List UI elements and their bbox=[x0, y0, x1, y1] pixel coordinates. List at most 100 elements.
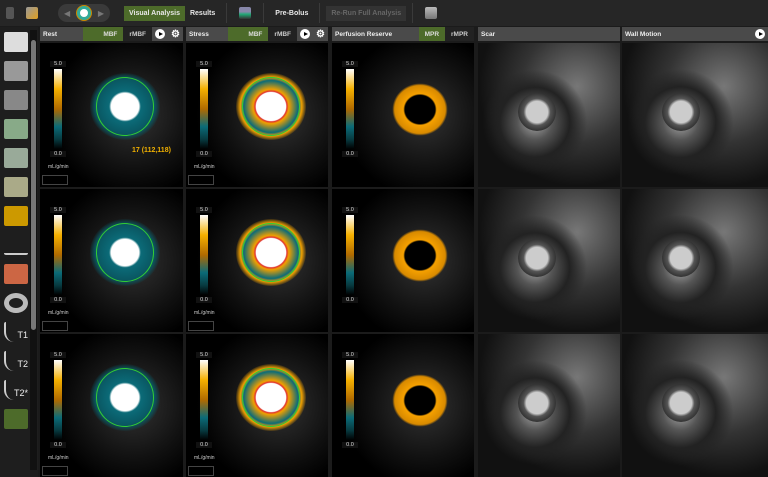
column-title: Stress bbox=[189, 30, 209, 38]
value-box[interactable] bbox=[42, 321, 68, 331]
layout-1x1-icon[interactable] bbox=[4, 32, 28, 52]
epicardial-contour bbox=[96, 223, 154, 282]
toggle-rmbf[interactable]: rMBF bbox=[123, 27, 153, 41]
ring-icon[interactable] bbox=[4, 293, 28, 313]
play-button[interactable] bbox=[300, 29, 311, 39]
value-box[interactable] bbox=[42, 175, 68, 185]
heart-image bbox=[518, 384, 556, 422]
next-icon[interactable]: ▶ bbox=[98, 9, 104, 18]
t1-label: T1 bbox=[17, 330, 28, 340]
toggle-rmbf[interactable]: rMBF bbox=[268, 27, 298, 41]
play-button[interactable] bbox=[155, 29, 166, 39]
toggle-mpr[interactable]: MPR bbox=[418, 27, 446, 41]
tab-visual-analysis[interactable]: Visual Analysis bbox=[124, 5, 185, 21]
colorbar: 5.0 0.0 bbox=[50, 207, 66, 307]
t1-icon[interactable]: T1 bbox=[4, 322, 28, 342]
pre-bolus-button[interactable]: Pre-Bolus bbox=[270, 6, 313, 21]
myocardium-map bbox=[392, 374, 448, 428]
viewport-cell[interactable]: 5.0 0.0 mL/g/min bbox=[186, 332, 328, 477]
divider bbox=[319, 3, 321, 23]
tab-results[interactable]: Results bbox=[185, 6, 220, 21]
toggle-mbf[interactable]: MBF bbox=[228, 27, 269, 41]
viewport-cell[interactable] bbox=[622, 41, 768, 187]
colorbar-gradient bbox=[54, 215, 62, 295]
viewport-cell[interactable] bbox=[622, 187, 768, 332]
colorbar-min: 0.0 bbox=[50, 297, 66, 303]
column-header: Stress MBF rMBF ⚙ bbox=[186, 27, 328, 41]
colorbar: 5.0 0.0 bbox=[342, 352, 358, 452]
viewport-cell[interactable]: 5.0 0.0 mL/g/min bbox=[40, 187, 183, 332]
colorbar-max: 5.0 bbox=[342, 61, 358, 67]
colorbar-max: 5.0 bbox=[196, 207, 212, 213]
colorbar-max: 5.0 bbox=[50, 207, 66, 213]
segment-orange-icon[interactable] bbox=[4, 206, 28, 226]
viewport-cell[interactable]: 5.0 0.0 mL/g/min 17 (112,118) bbox=[40, 41, 183, 187]
colorbar-min: 0.0 bbox=[196, 297, 212, 303]
t2-icon[interactable]: T2 bbox=[4, 351, 28, 371]
value-box[interactable] bbox=[188, 175, 214, 185]
column-perfusion-reserve: Perfusion Reserve MPR rMPR 5.0 0.0 5.0 0.0 5.0 0… bbox=[332, 27, 474, 477]
viewport-cell[interactable]: 5.0 0.0 mL/g/min bbox=[186, 187, 328, 332]
column-title: Rest bbox=[43, 30, 58, 38]
value-box[interactable] bbox=[188, 466, 214, 476]
colorbar-unit: mL/g/min bbox=[194, 455, 215, 461]
column-title: Wall Motion bbox=[625, 30, 662, 38]
layout-grid-icon[interactable] bbox=[4, 61, 28, 81]
colorbar: 5.0 0.0 bbox=[196, 61, 212, 161]
heart-image bbox=[518, 93, 556, 131]
epicardial-contour bbox=[242, 223, 300, 282]
cube-icon[interactable] bbox=[4, 148, 28, 168]
colorbar: 5.0 0.0 bbox=[342, 61, 358, 161]
colorbar-unit: mL/g/min bbox=[48, 455, 69, 461]
viewport-cell[interactable]: 5.0 0.0 bbox=[332, 187, 474, 332]
viewport-cell[interactable] bbox=[478, 332, 620, 477]
vessel-icon[interactable] bbox=[4, 264, 28, 284]
menu-icon[interactable] bbox=[6, 7, 14, 19]
sidebar-scrollbar[interactable] bbox=[30, 30, 37, 470]
app-logo-icon bbox=[77, 6, 91, 20]
rerun-analysis-button[interactable]: Re-Run Full Analysis bbox=[326, 5, 407, 21]
heart-image bbox=[518, 239, 556, 277]
volume-icon[interactable] bbox=[4, 119, 28, 139]
layout-series-icon[interactable] bbox=[4, 90, 28, 110]
column-title: Perfusion Reserve bbox=[335, 30, 393, 38]
scrollbar-thumb[interactable] bbox=[31, 40, 36, 330]
viewport-cell[interactable] bbox=[622, 332, 768, 477]
value-box[interactable] bbox=[42, 466, 68, 476]
study-icon[interactable] bbox=[26, 7, 38, 19]
play-button[interactable] bbox=[755, 29, 765, 39]
perfusion-icon[interactable] bbox=[4, 409, 28, 429]
value-box[interactable] bbox=[188, 321, 214, 331]
colorbar-unit: mL/g/min bbox=[48, 310, 69, 316]
toggle-mbf[interactable]: MBF bbox=[83, 27, 124, 41]
colorbar-unit: mL/g/min bbox=[194, 164, 215, 170]
viewport-cell[interactable] bbox=[478, 41, 620, 187]
scanner-icon[interactable] bbox=[239, 7, 252, 19]
heart-image bbox=[662, 239, 700, 277]
colorbar-min: 0.0 bbox=[342, 297, 358, 303]
toolbar: ◀ ▶ Visual Analysis Results Pre-Bolus Re… bbox=[0, 0, 768, 26]
viewport-cell[interactable]: 5.0 0.0 mL/g/min bbox=[186, 41, 328, 187]
viewport-cell[interactable]: 5.0 0.0 mL/g/min bbox=[40, 332, 183, 477]
colorbar: 5.0 0.0 bbox=[50, 352, 66, 452]
viewport-cell[interactable]: 5.0 0.0 bbox=[332, 41, 474, 187]
segment-3d-icon[interactable] bbox=[4, 177, 28, 197]
report-icon[interactable] bbox=[425, 7, 438, 19]
settings-icon[interactable]: ⚙ bbox=[316, 29, 325, 40]
viewport-cell[interactable] bbox=[478, 187, 620, 332]
colorbar-unit: mL/g/min bbox=[194, 310, 215, 316]
heart-image bbox=[662, 384, 700, 422]
toggle-rmpr[interactable]: rMPR bbox=[445, 27, 474, 41]
colorbar-gradient bbox=[54, 360, 62, 440]
column-rest: Rest MBF rMBF ⚙ 5.0 0.0 mL/g/min 17 (112,118) 5.… bbox=[40, 27, 183, 477]
settings-icon[interactable]: ⚙ bbox=[171, 29, 180, 40]
colorbar-gradient bbox=[200, 215, 208, 295]
colorbar-gradient bbox=[200, 69, 208, 149]
prev-icon[interactable]: ◀ bbox=[64, 9, 70, 18]
colorbar-gradient bbox=[346, 69, 354, 149]
viewport-cell[interactable]: 5.0 0.0 bbox=[332, 332, 474, 477]
column-wall-motion: Wall Motion bbox=[622, 27, 768, 477]
curve-icon[interactable] bbox=[4, 235, 28, 255]
t2star-icon[interactable]: T2* bbox=[4, 380, 28, 400]
column-stress: Stress MBF rMBF ⚙ 5.0 0.0 mL/g/min 5.0 0.0 mL/g/m… bbox=[186, 27, 328, 477]
